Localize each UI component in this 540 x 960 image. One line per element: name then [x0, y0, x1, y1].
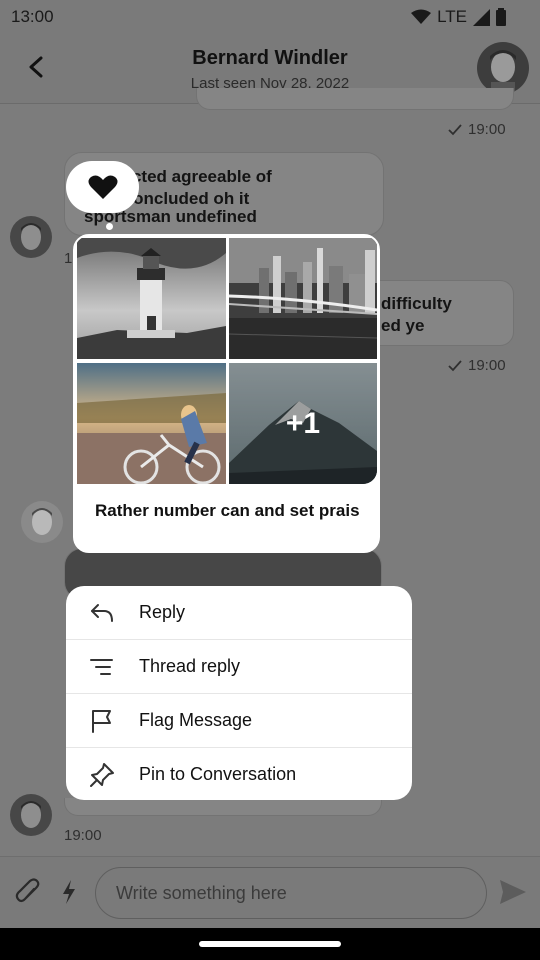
signal-icon — [473, 8, 490, 26]
bg-time-2: 19:00 — [448, 357, 506, 374]
bg-time-bottom: 19:00 — [64, 827, 102, 844]
check-icon — [448, 123, 462, 135]
lightning-icon[interactable] — [60, 879, 78, 905]
status-bar: 13:00 LTE — [0, 0, 540, 34]
menu-label-flag: Flag Message — [139, 710, 253, 730]
wifi-icon — [411, 9, 432, 24]
heart-icon[interactable] — [88, 174, 118, 200]
status-time: 13:00 — [11, 7, 54, 26]
image-lighthouse[interactable] — [77, 238, 226, 359]
attachment-icon[interactable] — [14, 877, 42, 907]
message-context-menu: Reply Thread reply Flag Message Pin to C… — [66, 586, 412, 800]
sender-avatar — [10, 794, 52, 836]
more-images-count[interactable]: +1 — [229, 363, 377, 484]
sender-avatar — [10, 216, 52, 258]
reaction-bubble[interactable] — [66, 161, 139, 213]
menu-item-reply[interactable]: Reply — [66, 586, 412, 640]
menu-item-thread-reply[interactable]: Thread reply — [66, 640, 412, 694]
battery-icon — [496, 8, 506, 26]
network-label: LTE — [437, 7, 467, 26]
focused-message: +1 Rather number can and set prais — [73, 234, 380, 553]
sender-avatar — [21, 501, 63, 543]
bg-message-top — [196, 88, 514, 110]
menu-label-thread-reply: Thread reply — [139, 656, 241, 676]
bg-message-bottom — [64, 798, 382, 816]
send-icon[interactable] — [499, 879, 527, 905]
bg-time-fragment: 1 — [64, 250, 73, 267]
menu-label-reply: Reply — [139, 602, 186, 622]
system-nav-bar — [0, 928, 540, 960]
menu-item-flag[interactable]: Flag Message — [66, 694, 412, 748]
menu-item-pin[interactable]: Pin to Conversation — [66, 748, 412, 800]
message-composer: Write something here — [0, 856, 540, 928]
thread-icon — [90, 659, 113, 675]
message-input[interactable]: Write something here — [95, 867, 487, 919]
image-mountain[interactable]: +1 — [229, 363, 377, 484]
check-icon — [448, 359, 462, 371]
bg-message-2-line1: difficulty — [381, 294, 452, 313]
contact-name[interactable]: Bernard Windler — [0, 47, 540, 70]
reply-icon — [91, 604, 113, 622]
image-cyclist[interactable] — [77, 363, 226, 484]
image-grid: +1 — [77, 238, 377, 484]
menu-label-pin: Pin to Conversation — [139, 764, 297, 784]
reaction-pointer — [106, 223, 113, 230]
pin-icon — [90, 763, 114, 787]
contact-avatar[interactable] — [477, 42, 529, 94]
home-indicator[interactable] — [199, 941, 341, 947]
bg-time-top: 19:00 — [448, 121, 506, 138]
flag-icon — [92, 710, 111, 733]
image-city-bridge[interactable] — [229, 238, 377, 359]
message-text: Rather number can and set prais — [95, 501, 360, 520]
bg-message-2-line2: ed ye — [381, 316, 425, 335]
